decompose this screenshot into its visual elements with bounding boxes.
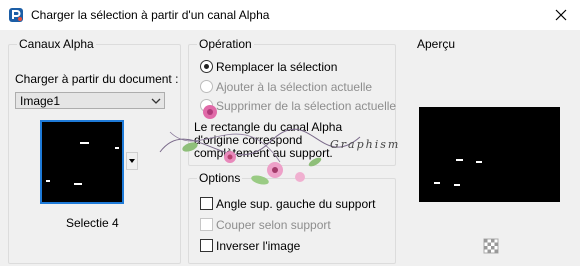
caret-down-icon [129, 159, 135, 163]
paintshop-pro-icon [9, 8, 23, 22]
document-select-value: Image1 [20, 94, 61, 108]
load-from-document-label: Charger à partir du document : [15, 72, 179, 86]
preview-label: Aperçu [415, 37, 458, 51]
operation-label: Opération [197, 37, 254, 51]
checkbox-invert-label: Inverser l'image [216, 239, 301, 253]
document-select[interactable]: Image1 [15, 92, 165, 109]
checkbox-crop-label: Couper selon support [216, 218, 331, 232]
close-button[interactable] [546, 3, 576, 27]
close-icon [555, 9, 567, 21]
radio-replace-selection[interactable] [200, 60, 213, 73]
preview-mark [434, 182, 440, 184]
checkbox-upper-left-corner[interactable] [200, 197, 213, 210]
checkbox-crop-to-canvas[interactable] [200, 218, 213, 231]
info-line-3: complètement au support. [194, 146, 333, 160]
thumbnail-mark [74, 183, 82, 185]
thumbnail-mark [46, 180, 50, 182]
channel-name-label: Selectie 4 [66, 216, 119, 230]
radio-subtract-selection[interactable] [200, 99, 213, 112]
info-line-2: d'origine correspond [194, 133, 303, 147]
title-bar: Charger la sélection à partir d'un canal… [0, 0, 580, 30]
preview-image [419, 107, 560, 202]
checkbox-invert-image[interactable] [200, 239, 213, 252]
preview-mark [454, 184, 460, 186]
canaux-alpha-label: Canaux Alpha [17, 37, 96, 51]
info-line-1: Le rectangle du canal Alpha [194, 120, 343, 134]
radio-add-label: Ajouter à la sélection actuelle [216, 80, 373, 94]
preview-mark [476, 161, 482, 163]
options-label: Options [197, 171, 243, 185]
chevron-down-icon [151, 98, 161, 104]
radio-replace-label: Remplacer la sélection [216, 60, 338, 74]
preview-mark [456, 159, 463, 161]
alpha-channel-thumbnail[interactable] [40, 120, 124, 204]
transparency-grid-icon[interactable] [483, 238, 499, 254]
thumbnail-mark [115, 147, 119, 149]
window-title: Charger la sélection à partir d'un canal… [31, 8, 270, 22]
checkbox-upper-left-label: Angle sup. gauche du support [216, 197, 376, 211]
thumbnail-mark [80, 142, 89, 144]
thumbnail-dropdown-button[interactable] [126, 152, 138, 170]
radio-add-selection[interactable] [200, 80, 213, 93]
radio-subtract-label: Supprimer de la sélection actuelle [216, 99, 397, 113]
